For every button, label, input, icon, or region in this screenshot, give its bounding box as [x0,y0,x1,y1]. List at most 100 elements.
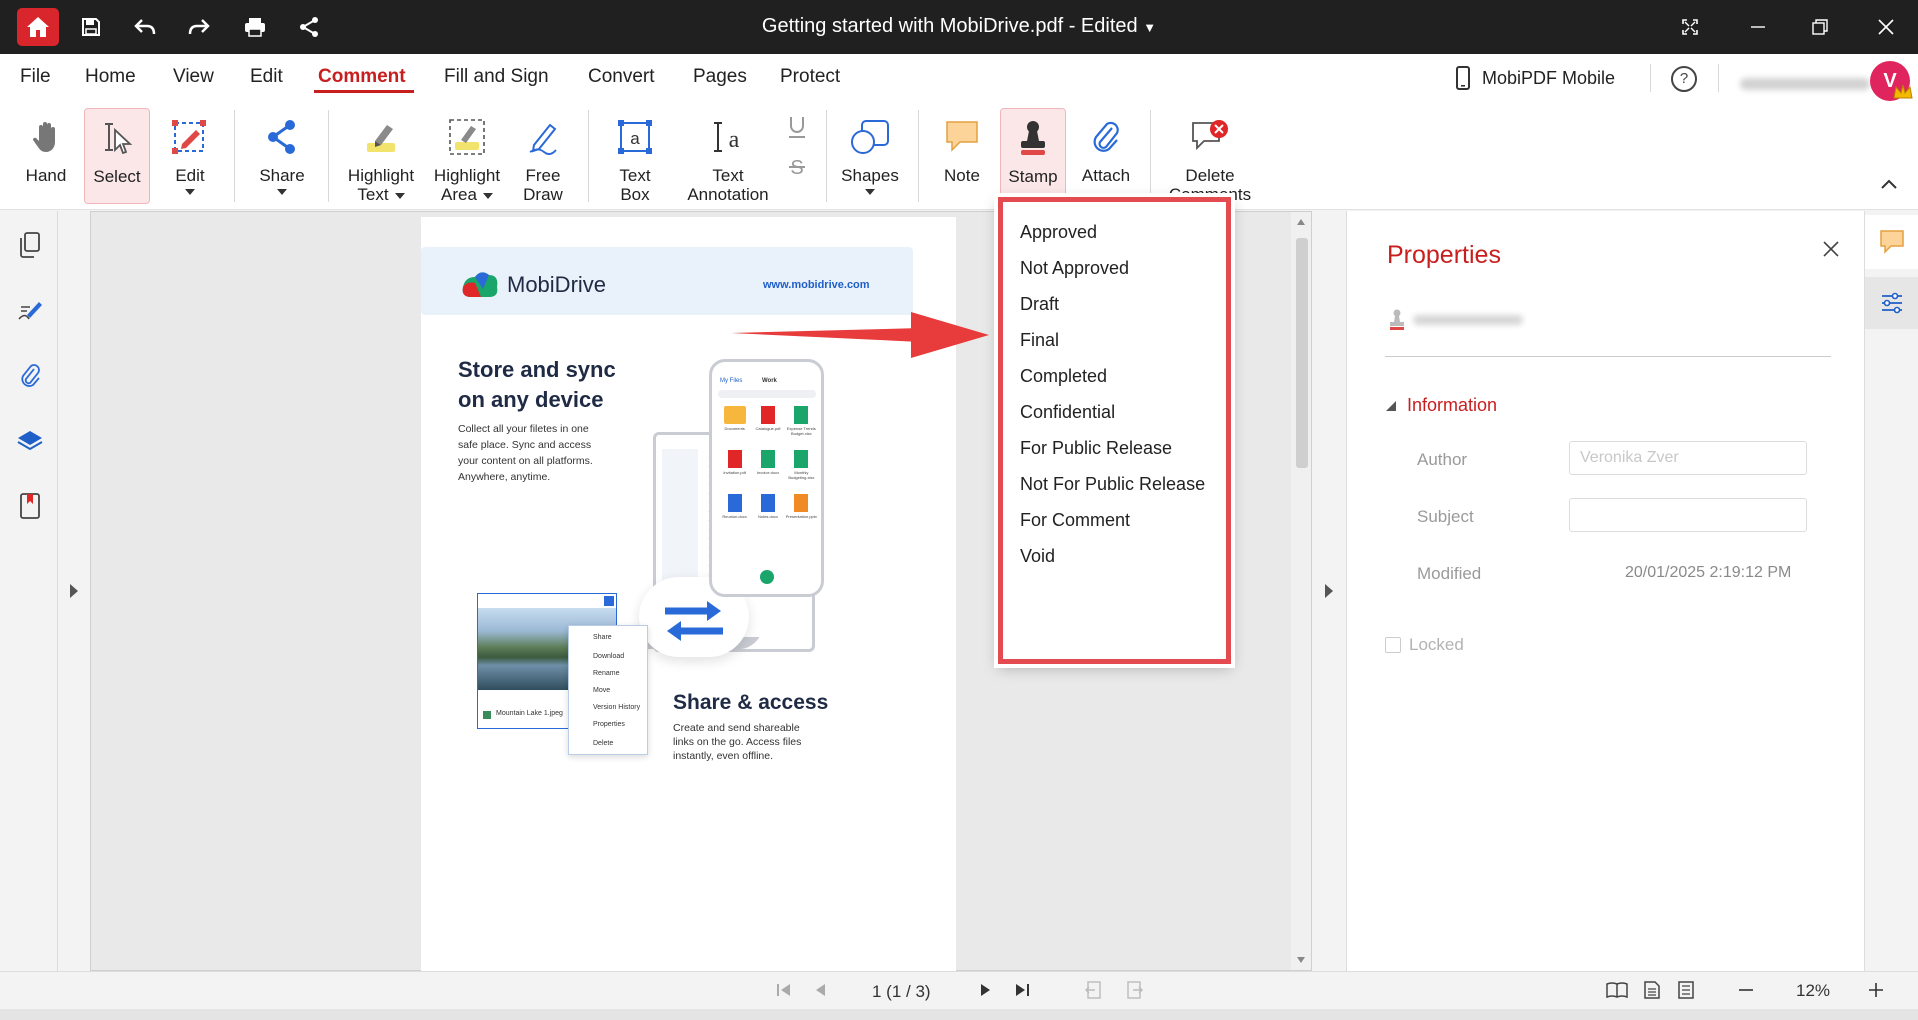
highlight-area-tool[interactable]: Highlight Area [426,108,508,204]
store-sync-body: Collect all your filetes in one safe pla… [458,421,593,485]
menu-bar: File Home View Edit Comment Fill and Sig… [0,54,1918,102]
zoom-in-button[interactable] [1868,981,1884,999]
layers-panel-button[interactable] [15,426,45,456]
paperclip-icon [1093,121,1119,152]
help-button[interactable]: ? [1671,66,1697,92]
menu-fill-and-sign[interactable]: Fill and Sign [444,66,549,88]
continuous-view-button[interactable] [1678,981,1694,999]
menu-protect[interactable]: Protect [780,66,840,88]
stamp-tool[interactable]: Stamp [1000,108,1066,204]
stamp-option-not-for-public-release[interactable]: Not For Public Release [1020,474,1205,495]
stamp-option-approved[interactable]: Approved [1020,222,1097,243]
file-tile: Invitation.pdf [718,450,751,480]
file-name: Reunion.docx [722,514,747,519]
menu-file[interactable]: File [20,66,51,88]
minimize-button[interactable] [1738,10,1778,44]
go-forward-button[interactable] [1126,981,1144,999]
strikethrough-tool[interactable]: S [786,154,808,180]
previous-page-button[interactable] [814,982,826,998]
menu-view[interactable]: View [173,66,214,88]
mobipdf-mobile-link[interactable]: MobiPDF Mobile [1456,66,1615,90]
shapes-tool[interactable]: Shapes [836,108,904,204]
highlight-text-tool[interactable]: Highlight Text [340,108,422,204]
stamp-option-draft[interactable]: Draft [1020,294,1059,315]
next-page-button[interactable] [980,982,992,998]
modified-value: 20/01/2025 2:19:12 PM [1625,564,1792,581]
menu-convert[interactable]: Convert [588,66,655,88]
highlight-area-label-1: Highlight [433,166,501,185]
taskbar-edge [0,1009,1918,1020]
bookmarks-panel-button[interactable] [15,491,45,521]
highlight-text-chevron-down-icon [394,192,405,199]
mobidrive-url[interactable]: www.mobidrive.com [763,279,870,291]
last-page-button[interactable] [1014,982,1030,998]
stamp-option-not-approved[interactable]: Not Approved [1020,258,1129,279]
free-draw-tool[interactable]: Free Draw [512,108,574,204]
text-box-tool[interactable]: a Text Box [604,108,666,204]
properties-panel-button[interactable] [1865,277,1918,329]
book-view-button[interactable] [1606,981,1628,999]
menu-pages[interactable]: Pages [693,66,747,88]
left-panel-toggle[interactable] [58,211,90,971]
sheet-icon [794,406,809,424]
divider [1650,64,1651,92]
attach-tool[interactable]: Attach [1074,108,1138,204]
body-line: Anywhere, anytime. [458,471,551,483]
zoom-out-button[interactable] [1738,981,1754,999]
attachments-panel-button[interactable] [15,361,45,391]
menu-home[interactable]: Home [85,66,136,88]
highlight-area-chevron-down-icon [482,192,493,199]
subject-field [1569,498,1807,532]
stamp-option-for-comment[interactable]: For Comment [1020,510,1130,531]
close-window-button[interactable] [1866,10,1906,44]
edit-tool[interactable]: Edit [160,108,220,204]
scrollbar-thumb[interactable] [1296,238,1308,468]
single-page-view-button[interactable] [1644,981,1660,999]
fullscreen-button[interactable] [1670,10,1710,44]
attach-label: Attach [1081,166,1131,185]
share-label: Share [259,166,305,185]
continuous-view-icon [1678,981,1694,999]
text-annotation-tool[interactable]: a Text Annotation [680,108,776,204]
page-indicator[interactable]: 1 (1 / 3) [872,982,931,1002]
right-panel-toggle[interactable] [1312,211,1346,971]
comments-panel-button[interactable] [1865,215,1918,269]
hand-tool[interactable]: Hand [16,108,76,204]
vertical-scrollbar[interactable] [1291,212,1311,970]
edit-chevron-down-icon [185,189,195,195]
author-label: Author [1417,450,1468,469]
close-properties-button[interactable] [1823,241,1839,257]
file-tile: Monthly Budgeting.xlsx [785,450,818,480]
stamp-option-for-public-release[interactable]: For Public Release [1020,438,1172,459]
note-tool[interactable]: Note [932,108,992,204]
collapse-ribbon-button[interactable] [1880,178,1898,190]
delete-comments-tool[interactable]: Delete Comments [1162,108,1258,204]
information-section-toggle[interactable]: Information [1385,395,1497,416]
stamp-icon [1021,121,1045,155]
svg-text:a: a [630,129,640,148]
help-icon: ? [1679,70,1689,87]
properties-title: Properties [1387,241,1501,269]
text-annotation-icon: a [714,122,740,153]
underline-tool[interactable] [786,114,808,140]
pages-panel-button[interactable] [15,230,45,260]
maximize-button[interactable] [1800,10,1840,44]
zoom-level[interactable]: 12% [1796,981,1830,1001]
body-line: Collect all your filetes in one [458,423,589,435]
first-page-button[interactable] [776,982,792,998]
signatures-panel-button[interactable] [15,295,45,325]
select-tool[interactable]: Select [84,108,150,204]
document-title[interactable]: Getting started with MobiDrive.pdf - Edi… [0,15,1918,38]
menu-edit[interactable]: Edit [250,66,283,88]
shapes-chevron-down-icon [865,189,875,195]
stamp-option-final[interactable]: Final [1020,330,1059,351]
stamp-dropdown-menu: Approved Not Approved Draft Final Comple… [998,197,1231,664]
comment-icon [1880,230,1904,254]
stamp-option-void[interactable]: Void [1020,546,1055,567]
stamp-option-confidential[interactable]: Confidential [1020,402,1115,423]
comment-toolbar: Hand Select Edit Share Highlight Text Hi… [0,102,1918,210]
stamp-option-completed[interactable]: Completed [1020,366,1107,387]
menu-comment[interactable]: Comment [318,66,406,88]
go-back-button[interactable] [1084,981,1102,999]
share-tool[interactable]: Share [250,108,314,204]
